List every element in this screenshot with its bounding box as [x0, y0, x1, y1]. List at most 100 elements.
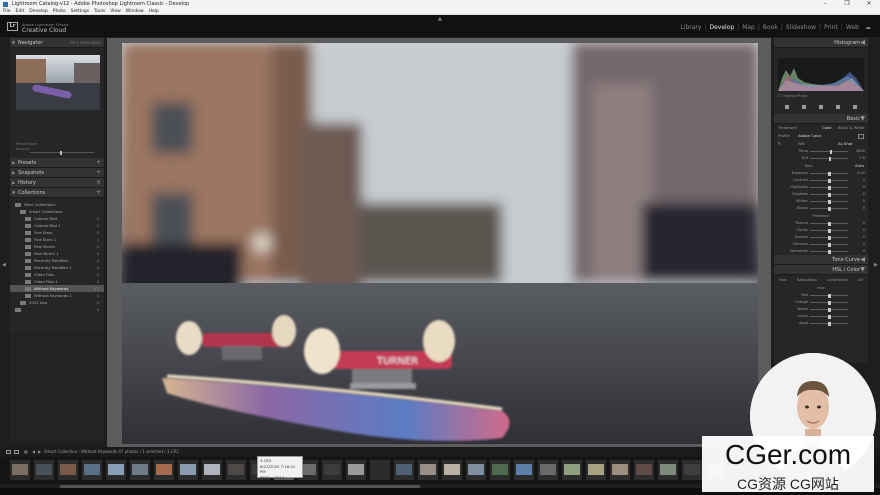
filmstrip-thumbnail[interactable]	[130, 460, 150, 480]
collection-item[interactable]: Smart Collections	[10, 208, 104, 215]
slider-knob[interactable]	[828, 156, 832, 161]
collection-item[interactable]: Five Stars 0	[10, 229, 104, 236]
slider-knob[interactable]	[828, 185, 831, 190]
slider-knob[interactable]	[828, 221, 831, 226]
menu-settings[interactable]: Settings	[71, 8, 89, 14]
slider-value[interactable]: 0	[863, 184, 865, 191]
navigator-header[interactable]: ▼ Navigator FIT 1 100% 200%	[10, 38, 104, 48]
slider-value[interactable]: 0.00	[857, 170, 865, 177]
slider-knob[interactable]	[828, 178, 831, 183]
profile-dropdown[interactable]: Adobe Color	[798, 132, 821, 140]
collection-item[interactable]: Without Keywords 1 0	[10, 292, 104, 299]
slider-knob[interactable]	[828, 228, 831, 233]
slider-knob[interactable]	[828, 192, 831, 197]
hsl-slider-knob[interactable]	[828, 321, 831, 326]
collection-item[interactable]: Colored Red 0	[10, 215, 104, 222]
collection-item[interactable]: Filter Collections	[10, 201, 104, 208]
collection-item[interactable]: Five Stars 1 1	[10, 236, 104, 243]
treatment-color-option[interactable]: Color	[822, 124, 832, 132]
basic-header[interactable]: Basic ▼	[774, 114, 868, 124]
menu-help[interactable]: Help	[149, 8, 159, 14]
slider-value[interactable]: 0	[863, 220, 865, 227]
add-collection-icon[interactable]: +	[96, 188, 101, 198]
skateboard-photo[interactable]: TURNER	[122, 43, 758, 444]
filmstrip-thumbnail[interactable]	[154, 460, 174, 480]
hsl-tab-luminance[interactable]: Luminance	[827, 275, 848, 284]
hsl-tab-hue[interactable]: Hue	[779, 275, 787, 284]
filmstrip-thumbnail[interactable]	[610, 460, 630, 480]
slider-knob[interactable]	[828, 235, 831, 240]
filmstrip-thumbnail[interactable]	[538, 460, 558, 480]
module-slideshow[interactable]: Slideshow	[783, 24, 819, 31]
module-print[interactable]: Print	[821, 24, 841, 31]
menu-file[interactable]: File	[3, 8, 11, 14]
spot-removal-icon[interactable]	[801, 104, 806, 109]
brush-tool-icon[interactable]	[853, 104, 858, 109]
histogram-header[interactable]: Histogram ◀	[774, 38, 868, 48]
module-book[interactable]: Book	[760, 24, 781, 31]
collection-item[interactable]: Past Month 0	[10, 243, 104, 250]
collections-header[interactable]: ▼ Collections +	[10, 188, 104, 198]
right-panel-toggle-icon[interactable]: ▶	[874, 262, 878, 268]
slider-value[interactable]: 0	[863, 248, 865, 255]
filmstrip-thumbnail[interactable]	[58, 460, 78, 480]
module-web[interactable]: Web	[843, 24, 862, 31]
slider-value[interactable]: 0	[863, 241, 865, 248]
hsl-tab-saturation[interactable]: Saturation	[797, 275, 817, 284]
amount-slider[interactable]	[30, 150, 94, 155]
filmstrip-thumbnail[interactable]	[346, 460, 366, 480]
navigator-preview[interactable]	[16, 55, 100, 110]
navigator-zoom-options[interactable]: FIT 1 100% 200%	[70, 38, 101, 48]
amount-slider-knob[interactable]	[60, 150, 62, 155]
filmstrip-thumbnail[interactable]	[418, 460, 438, 480]
module-develop[interactable]: Develop	[706, 24, 737, 31]
filmstrip-thumbnail[interactable]	[226, 460, 246, 480]
slider-knob[interactable]	[828, 171, 831, 176]
main-window-icon[interactable]	[6, 450, 11, 454]
filmstrip-thumbnail[interactable]	[562, 460, 582, 480]
second-window-icon[interactable]	[14, 450, 19, 454]
hsl-slider-knob[interactable]	[828, 293, 831, 298]
filmstrip-thumbnail[interactable]	[442, 460, 462, 480]
filmstrip-thumbnail[interactable]	[178, 460, 198, 480]
filmstrip-thumbnail[interactable]	[370, 460, 390, 480]
filmstrip-thumbnail[interactable]	[634, 460, 654, 480]
module-map[interactable]: Map	[739, 24, 758, 31]
slider-value[interactable]: 0	[863, 227, 865, 234]
filmstrip-thumbnail[interactable]	[394, 460, 414, 480]
original-photo-checkbox[interactable]: ☐ Original Photo	[778, 94, 807, 98]
main-image-view[interactable]: TURNER	[107, 38, 771, 447]
wb-eyedropper-icon[interactable]: ✎	[778, 140, 781, 148]
collection-item[interactable]: Recently Modified 0	[10, 257, 104, 264]
clear-history-icon[interactable]: ×	[96, 178, 101, 188]
collection-item[interactable]: Past Month 1 0	[10, 250, 104, 257]
tone-curve-header[interactable]: Tone Curve ◀	[774, 255, 868, 265]
slider-value[interactable]: 0	[863, 205, 865, 212]
slider-value[interactable]: 4800	[856, 148, 865, 155]
forward-arrow-icon[interactable]: ▶	[38, 447, 41, 457]
menu-window[interactable]: Window	[126, 8, 144, 14]
slider-knob[interactable]	[828, 249, 831, 254]
slider-value[interactable]: 0	[863, 198, 865, 205]
cloud-icon[interactable]: ☁	[862, 24, 874, 31]
menu-tools[interactable]: Tools	[94, 8, 105, 14]
slider-knob[interactable]	[829, 149, 833, 154]
collection-item[interactable]: Colored Red 1 1	[10, 222, 104, 229]
collection-item[interactable]: Video Files 0	[10, 271, 104, 278]
filmstrip-breadcrumb[interactable]: Smart Collection : Without Keywords 47 p…	[44, 447, 179, 457]
filmstrip-thumbnail[interactable]	[322, 460, 342, 480]
collection-item[interactable]: 2022 test 0	[10, 299, 104, 306]
filmstrip-thumbnail[interactable]	[202, 460, 222, 480]
profile-browser-icon[interactable]	[858, 133, 864, 139]
mask-tool-icon[interactable]	[836, 104, 841, 109]
tone-auto-button[interactable]: Auto	[855, 162, 864, 170]
filmstrip-thumbnail[interactable]	[10, 460, 30, 480]
filmstrip-thumbnail[interactable]	[658, 460, 678, 480]
filmstrip-thumbnail[interactable]	[106, 460, 126, 480]
collection-item[interactable]: 0	[10, 306, 104, 313]
histogram-chart[interactable]	[778, 58, 864, 91]
module-library[interactable]: Library	[677, 24, 704, 31]
presets-header[interactable]: ▶ Presets +	[10, 158, 104, 168]
slider-value[interactable]: + 6	[859, 155, 865, 162]
slider-value[interactable]: 0	[863, 234, 865, 241]
